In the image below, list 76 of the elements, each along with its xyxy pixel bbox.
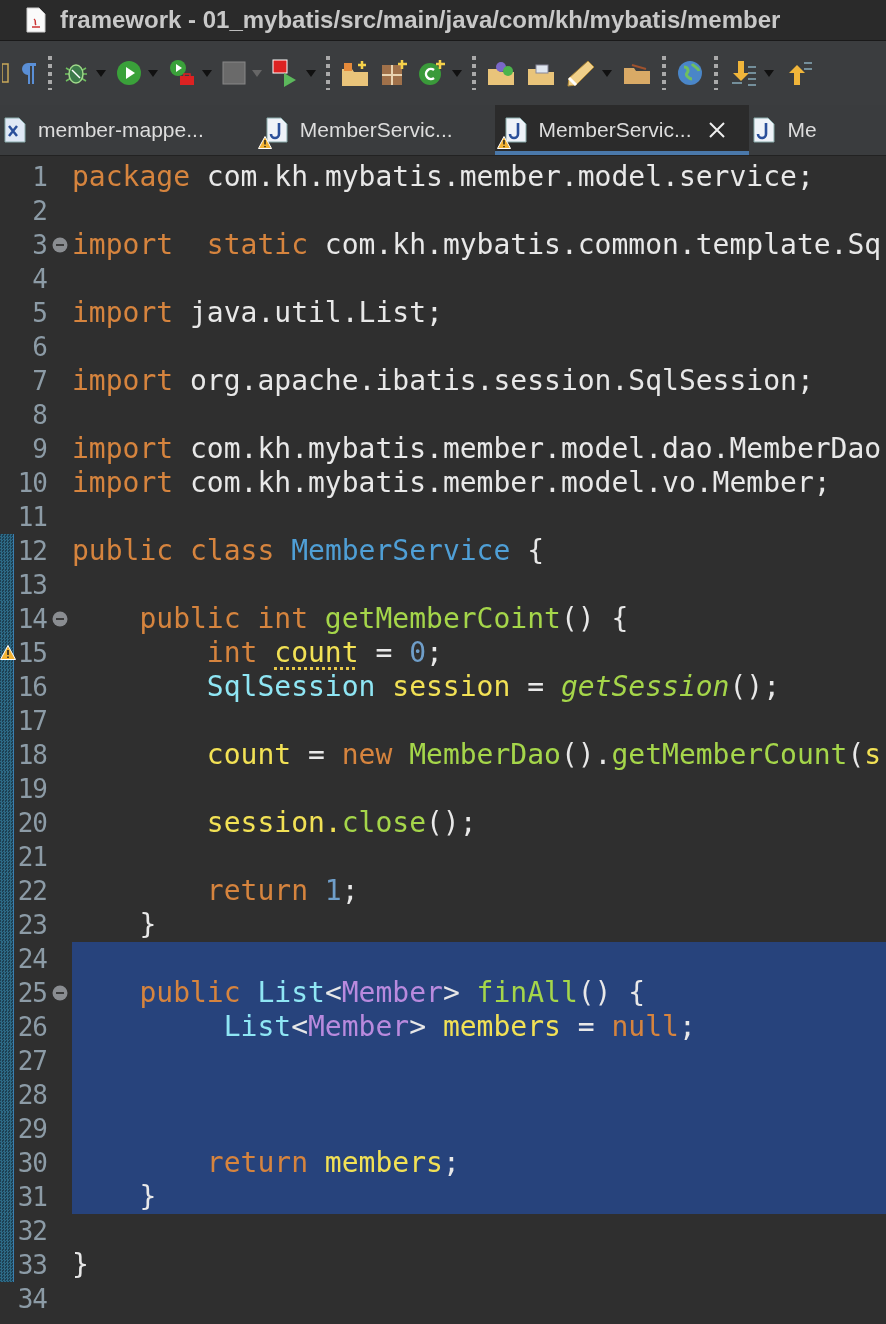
line-number: 27 [16, 1045, 47, 1078]
java-file-icon [504, 117, 527, 143]
code-line: session.close(); [205, 806, 477, 839]
editor-tab[interactable]: member-mappe... [0, 105, 226, 155]
line-number: 8 [31, 399, 47, 432]
line-number: 31 [16, 1181, 47, 1214]
play-icon[interactable] [116, 60, 142, 86]
code-line: import static com.kh.mybatis.common.template.Sq [72, 228, 882, 261]
code-line: return members; [205, 1146, 460, 1179]
close-icon[interactable] [707, 120, 728, 140]
code-line: } [72, 1248, 89, 1281]
line-number: 2 [31, 195, 47, 228]
line-number: 20 [16, 807, 47, 840]
collapse-icon[interactable] [51, 237, 68, 253]
line-number: 5 [31, 297, 47, 330]
line-number: 11 [16, 501, 47, 534]
code-line: SqlSession session = getSession(); [205, 670, 781, 703]
line-number: 4 [31, 263, 47, 296]
editor-tab[interactable]: MemberServic... [225, 105, 475, 155]
code-line: } [138, 908, 157, 941]
code-line: List<Member> members = null; [222, 1010, 696, 1043]
globe-icon[interactable] [676, 59, 704, 87]
document-icon [26, 7, 46, 33]
xml-file-icon [4, 117, 26, 143]
code-line: public List<Member> finAll() { [138, 976, 646, 1009]
code-line: public int getMemberCoint() { [138, 602, 629, 635]
pilcrow-icon[interactable] [20, 60, 38, 86]
collapse-icon[interactable] [51, 985, 68, 1001]
code-line: import org.apache.ibatis.session.SqlSession; [72, 364, 814, 397]
code-line: return 1; [205, 874, 359, 907]
code-line: import com.kh.mybatis.member.model.vo.Member; [72, 466, 831, 499]
folder-spheres-icon[interactable] [486, 59, 516, 87]
line-number: 22 [16, 875, 47, 908]
line-number: 1 [31, 161, 47, 194]
line-number: 17 [16, 705, 47, 738]
line-number: 13 [16, 569, 47, 602]
line-number: 7 [31, 365, 47, 398]
line-number: 29 [16, 1113, 47, 1146]
line-number: 6 [31, 331, 47, 364]
line-number: 26 [16, 1011, 47, 1044]
line-number: 30 [16, 1147, 47, 1180]
line-number: 10 [16, 467, 47, 500]
window-title: framework - 01_mybatis/src/main/java/com/kh/mybatis/member [60, 6, 781, 34]
line-number: 21 [16, 841, 47, 874]
line-number: 16 [16, 671, 47, 704]
line-number: 28 [16, 1079, 47, 1112]
code-line: package com.kh.mybatis.member.model.service; [72, 160, 814, 193]
code-line: count = new MemberDao().getMemberCount(s [205, 738, 882, 771]
line-number: 33 [16, 1249, 47, 1282]
code-line: public class MemberService { [72, 534, 545, 567]
line-number: 12 [16, 535, 47, 568]
line-number: 18 [16, 739, 47, 772]
editor-tab[interactable]: Me [749, 105, 839, 155]
code-line: int count = 0; [205, 636, 443, 669]
code-line: import com.kh.mybatis.member.model.dao.MemberDao [72, 432, 882, 465]
editor-tab[interactable]: MemberServic... [494, 105, 750, 155]
play-toolbox-icon[interactable] [168, 59, 196, 87]
line-number: 3 [31, 229, 47, 262]
java-file-icon [265, 117, 288, 143]
java-file-icon [753, 117, 776, 143]
new-folder-icon[interactable] [340, 59, 370, 87]
line-number: 15 [16, 637, 47, 670]
collapse-icon[interactable] [51, 611, 68, 627]
code-line: import java.util.List; [72, 296, 443, 329]
line-number: 34 [16, 1283, 47, 1316]
line-number: 25 [16, 977, 47, 1010]
class-plus-icon[interactable] [418, 59, 446, 87]
line-number: 32 [16, 1215, 47, 1248]
grid-plus-icon[interactable] [380, 59, 408, 87]
pencil-icon[interactable] [566, 59, 596, 87]
line-number: 14 [16, 603, 47, 636]
code-line: } [138, 1180, 157, 1213]
line-number: 24 [16, 943, 47, 976]
line-number: 9 [31, 433, 47, 466]
line-number: 23 [16, 909, 47, 942]
line-number: 19 [16, 773, 47, 806]
